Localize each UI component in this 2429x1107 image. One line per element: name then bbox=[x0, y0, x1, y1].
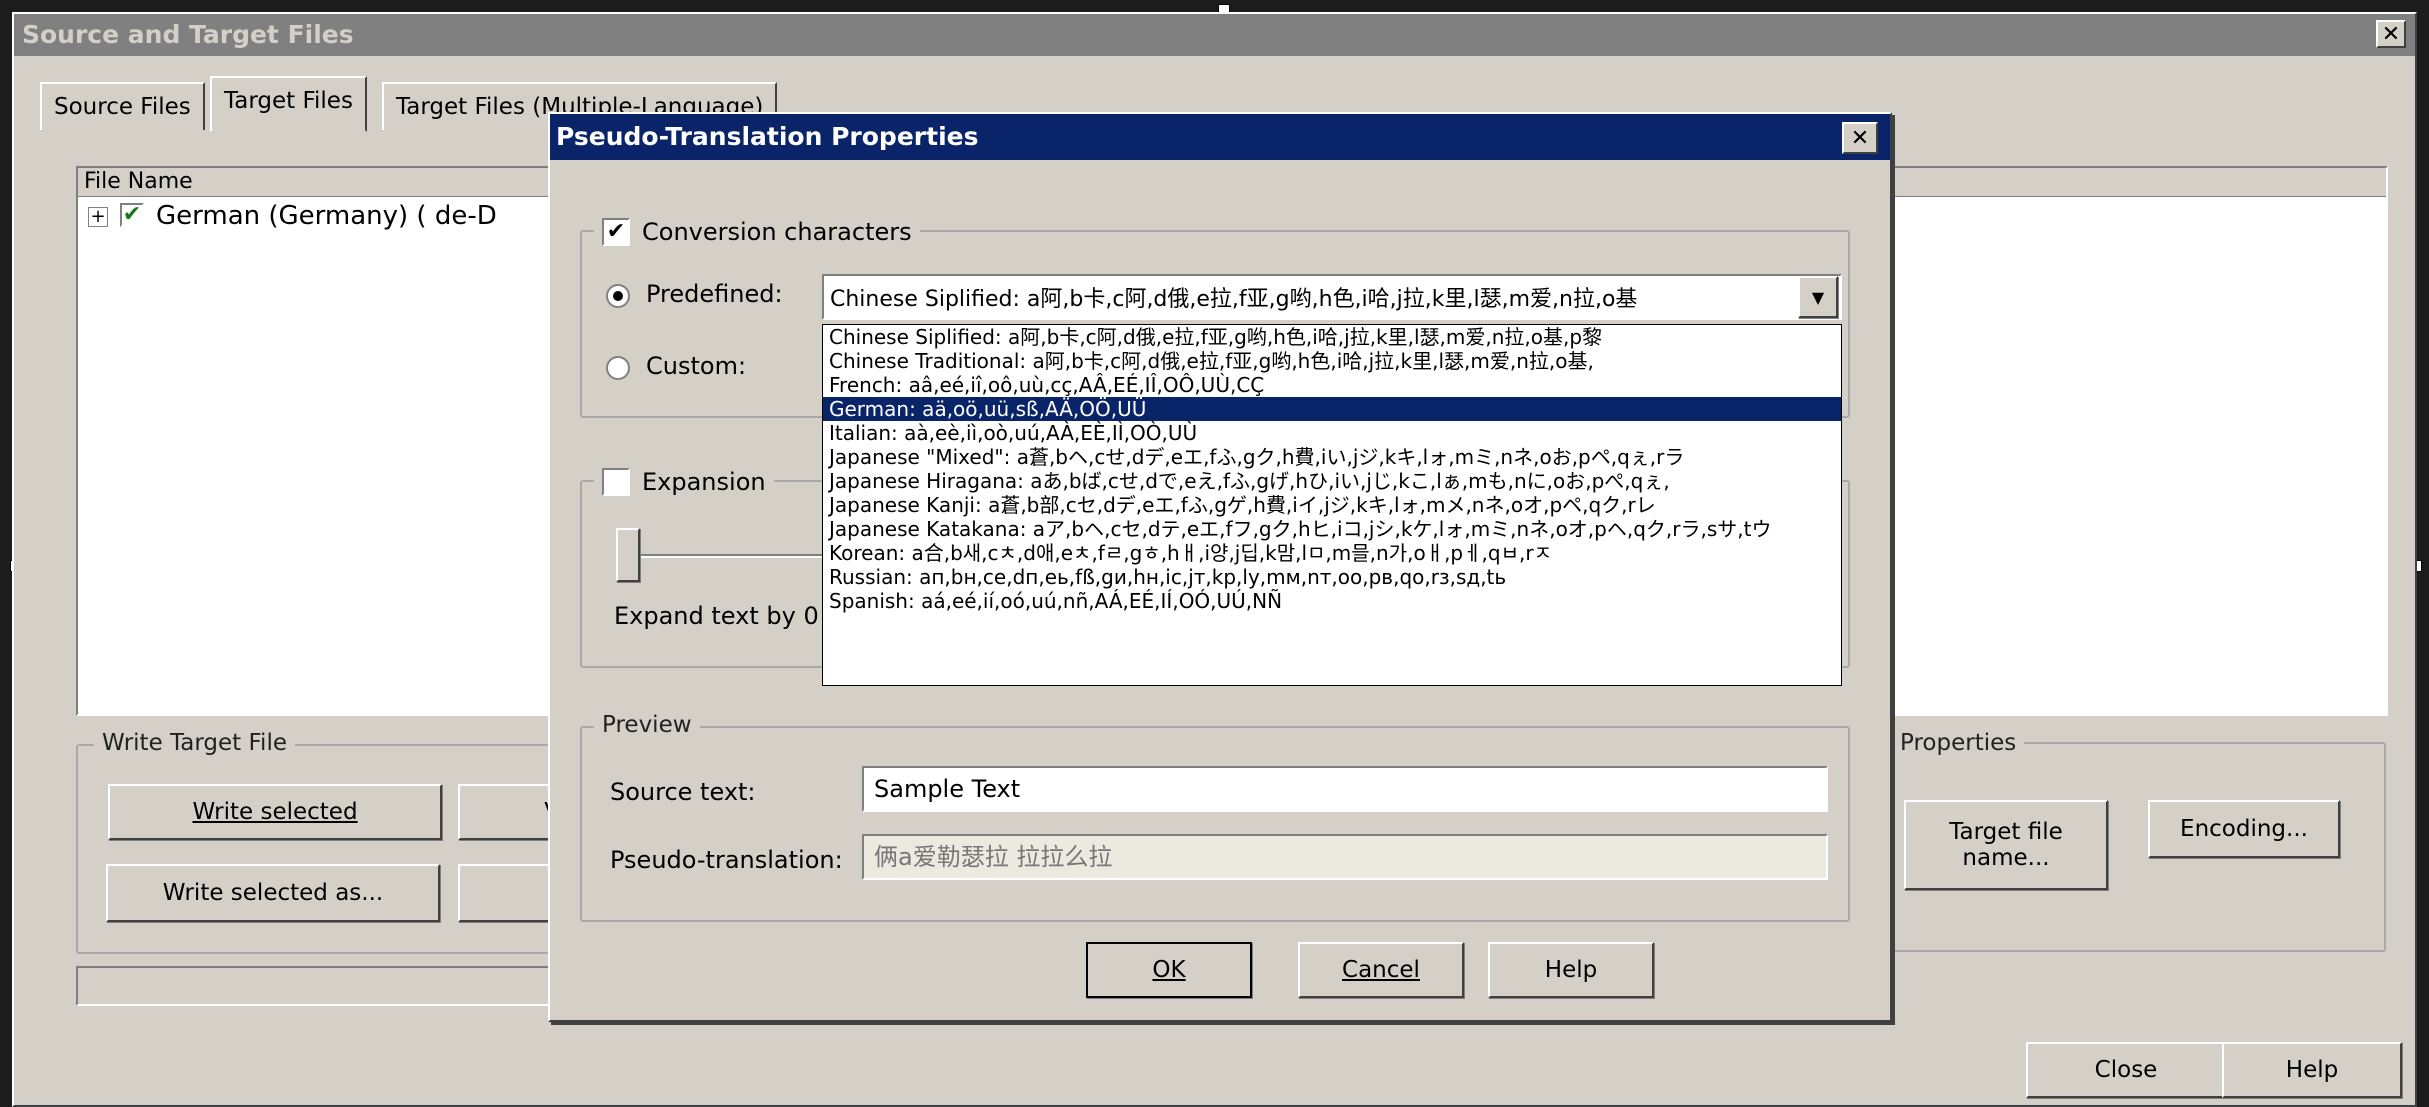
tab-target-files[interactable]: Target Files bbox=[210, 76, 367, 132]
dropdown-option[interactable]: German: aä,oö,uü,sß,AÄ,OÖ,UÜ bbox=[823, 397, 1841, 421]
preview-label: Preview bbox=[594, 712, 700, 738]
dropdown-option[interactable]: Japanese "Mixed": a蒼,bヘ,cせ,dデ,eエ,fふ,gク,h… bbox=[823, 445, 1841, 469]
custom-label: Custom: bbox=[646, 352, 747, 380]
predefined-dropdown-list[interactable]: Chinese Siplified: a阿,b卡,c阿,d俄,e拉,f亚,g哟,… bbox=[822, 324, 1842, 686]
source-text-label: Source text: bbox=[610, 778, 756, 806]
tab-source-files[interactable]: Source Files bbox=[40, 82, 205, 130]
expansion-label: Expansion bbox=[642, 468, 766, 496]
conversion-label: Conversion characters bbox=[642, 218, 912, 246]
dropdown-option[interactable]: Japanese Katakana: aア,bヘ,cセ,dテ,eエ,fフ,gク,… bbox=[823, 517, 1841, 541]
preview-group bbox=[580, 726, 1850, 922]
dropdown-option[interactable]: Chinese Siplified: a阿,b卡,c阿,d俄,e拉,f亚,g哟,… bbox=[823, 325, 1841, 349]
close-button[interactable]: Close bbox=[2026, 1042, 2226, 1098]
pseudo-translation-label: Pseudo-translation: bbox=[610, 846, 843, 874]
expansion-checkbox[interactable] bbox=[602, 468, 630, 496]
help-button[interactable]: Help bbox=[2222, 1042, 2402, 1098]
dropdown-option[interactable]: Russian: aп,bн,ce,dп,eь,fß,gи,hн,ic,jт,k… bbox=[823, 565, 1841, 589]
status-bar bbox=[76, 966, 576, 1006]
file-checkbox[interactable]: ✔ bbox=[120, 203, 144, 227]
window-title: Source and Target Files bbox=[14, 14, 2415, 56]
conversion-checkbox[interactable]: ✔ bbox=[602, 218, 630, 246]
encoding-button[interactable]: Encoding... bbox=[2148, 800, 2340, 858]
predefined-label: Predefined: bbox=[646, 280, 783, 308]
write-target-file-label: Write Target File bbox=[94, 730, 295, 756]
dropdown-option[interactable]: Chinese Traditional: a阿,b卡,c阿,d俄,e拉,f亚,g… bbox=[823, 349, 1841, 373]
dropdown-option[interactable]: Korean: a合,b새,cㅊ,d애,eㅊ,fㄹ,gㅎ,hㅐ,i양,j딥,k맘… bbox=[823, 541, 1841, 565]
predefined-radio[interactable] bbox=[606, 284, 630, 308]
column-file-name: File Name bbox=[84, 169, 193, 194]
help-dialog-button[interactable]: Help bbox=[1488, 942, 1654, 998]
dialog-close-button[interactable]: ✕ bbox=[1842, 122, 1878, 154]
write-selected-button[interactable]: Write selected bbox=[108, 784, 442, 840]
dropdown-option[interactable]: Japanese Kanji: a蒼,b部,cセ,dデ,eエ,fふ,gゲ,h費,… bbox=[823, 493, 1841, 517]
dialog-title: Pseudo-Translation Properties bbox=[550, 114, 1890, 160]
pseudo-translation-dialog: Pseudo-Translation Properties ✕ ✔ Conver… bbox=[548, 112, 1892, 1022]
predefined-select[interactable]: Chinese Siplified: a阿,b卡,c阿,d俄,e拉,f亚,g哟,… bbox=[822, 274, 1842, 320]
expansion-header: Expansion bbox=[594, 462, 774, 502]
file-label: German (Germany) ( de-D bbox=[156, 201, 497, 231]
write-selected-as-button[interactable]: Write selected as... bbox=[106, 864, 440, 922]
expand-icon[interactable]: + bbox=[88, 207, 108, 227]
conversion-header: ✔ Conversion characters bbox=[594, 212, 920, 252]
predefined-selected-value: Chinese Siplified: a阿,b卡,c阿,d俄,e拉,f亚,g哟,… bbox=[830, 287, 1638, 312]
pseudo-translation-output: 俩a爱勒瑟拉 拉拉么拉 bbox=[862, 834, 1828, 880]
properties-label: Properties bbox=[1892, 730, 2025, 756]
cancel-button[interactable]: Cancel bbox=[1298, 942, 1464, 998]
source-text-input[interactable]: Sample Text bbox=[862, 766, 1828, 812]
expansion-slider-thumb[interactable] bbox=[616, 528, 640, 582]
dropdown-option[interactable]: French: aâ,eé,iî,oô,uù,cç,AÂ,EÉ,IÎ,OÔ,UÙ… bbox=[823, 373, 1841, 397]
dropdown-option[interactable]: Italian: aà,eè,iì,oò,uú,AÀ,EÈ,IÌ,OÒ,UÙ bbox=[823, 421, 1841, 445]
expand-text-label: Expand text by 0 bbox=[614, 602, 819, 630]
ok-button[interactable]: OK bbox=[1086, 942, 1252, 998]
chevron-down-icon[interactable]: ▼ bbox=[1798, 276, 1838, 318]
write-target-file-group bbox=[76, 744, 576, 954]
dropdown-option[interactable]: Japanese Hiragana: aあ,bば,cせ,dで,eえ,fふ,gげ,… bbox=[823, 469, 1841, 493]
window-close-button[interactable]: ✕ bbox=[2376, 20, 2406, 48]
target-file-name-button[interactable]: Target file name... bbox=[1904, 800, 2108, 890]
custom-radio[interactable] bbox=[606, 356, 630, 380]
dropdown-option[interactable]: Spanish: aá,eé,ií,oó,uú,nñ,AÁ,EÉ,IÍ,OÓ,U… bbox=[823, 589, 1841, 613]
